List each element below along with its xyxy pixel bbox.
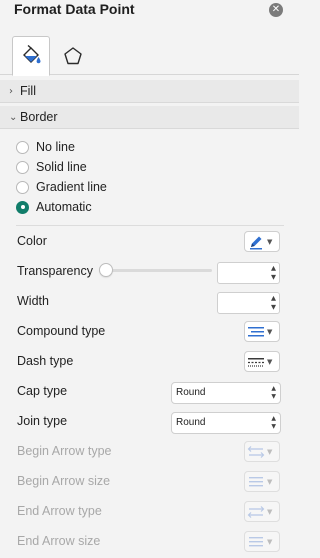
transparency-spinner[interactable]: ▲ ▼ [217, 262, 280, 284]
dropdown-arrow-icon: ▼ [267, 447, 273, 456]
dropdown-arrow-icon: ▼ [267, 537, 273, 546]
dropdown-arrow-icon: ▼ [267, 477, 273, 486]
radio-button-selected[interactable] [16, 200, 29, 214]
dropdown-arrow-icon: ▼ [267, 327, 273, 336]
color-label: Color [17, 234, 47, 248]
join-type-select[interactable]: Round ▲ ▼ [171, 412, 281, 434]
end-arrow-size-label: End Arrow size [17, 534, 101, 548]
width-label: Width [17, 294, 49, 308]
transparency-label: Transparency [17, 264, 93, 278]
begin-arrow-size-dropdown[interactable]: ▼ [244, 471, 280, 492]
join-type-value: Round [176, 417, 206, 428]
compound-type-label: Compound type [17, 324, 106, 338]
dropdown-arrow-icon: ▼ [267, 357, 273, 366]
chevron-right-icon: › [9, 85, 13, 97]
tab-fill-and-line[interactable] [12, 36, 50, 76]
tab-strip [0, 28, 299, 76]
begin-arrow-type-label: Begin Arrow type [17, 444, 112, 458]
dropdown-arrow-icon: ▼ [267, 507, 273, 516]
section-border-label: Border [20, 110, 58, 124]
radio-button[interactable] [16, 140, 29, 154]
radio-no-line[interactable]: No line [16, 138, 75, 156]
end-arrow-type-label: End Arrow type [17, 504, 102, 518]
section-fill-header[interactable]: › Fill [0, 80, 299, 103]
radio-label: Gradient line [36, 180, 107, 194]
panel-title: Format Data Point [14, 1, 135, 17]
radio-label: Solid line [36, 160, 87, 174]
transparency-slider-thumb[interactable] [99, 263, 113, 277]
cap-type-label: Cap type [17, 384, 68, 398]
cap-type-value: Round [176, 387, 206, 398]
radio-button[interactable] [16, 180, 29, 194]
section-border-header[interactable]: ⌄ Border [0, 106, 299, 129]
arrow-size-icon [249, 476, 263, 486]
chevron-down-icon: ⌄ [9, 111, 18, 123]
arrow-type-icon [247, 445, 265, 458]
dash-type-label: Dash type [17, 354, 74, 368]
radio-automatic[interactable]: Automatic [16, 198, 92, 216]
select-arrows-icon: ▲ ▼ [271, 385, 276, 400]
radio-button[interactable] [16, 160, 29, 174]
arrow-type-icon [247, 505, 265, 518]
color-picker-button[interactable]: ▼ [244, 231, 280, 252]
cap-type-select[interactable]: Round ▲ ▼ [171, 382, 281, 404]
end-arrow-size-dropdown[interactable]: ▼ [244, 531, 280, 552]
dropdown-arrow-icon: ▼ [267, 237, 273, 246]
spinner-arrows-icon[interactable]: ▲ ▼ [271, 264, 276, 282]
dash-type-dropdown[interactable]: ▼ [244, 351, 280, 372]
section-fill-label: Fill [20, 84, 36, 98]
radio-solid-line[interactable]: Solid line [16, 158, 87, 176]
radio-label: Automatic [36, 200, 92, 214]
tab-effects[interactable] [54, 36, 92, 75]
pentagon-icon [64, 46, 82, 64]
close-icon[interactable]: ✕ [269, 3, 283, 17]
transparency-slider-track[interactable] [106, 269, 212, 272]
pen-color-icon [250, 236, 262, 249]
join-type-label: Join type [17, 414, 68, 428]
begin-arrow-type-dropdown[interactable]: ▼ [244, 441, 280, 462]
compound-type-dropdown[interactable]: ▼ [244, 321, 280, 342]
radio-gradient-line[interactable]: Gradient line [16, 178, 107, 196]
compound-lines-icon [248, 326, 264, 336]
title-bar: Format Data Point ✕ [0, 0, 299, 26]
spinner-arrows-icon[interactable]: ▲ ▼ [271, 294, 276, 312]
dash-lines-icon [248, 357, 264, 367]
width-spinner[interactable]: ▲ ▼ [217, 292, 280, 314]
divider [16, 225, 284, 226]
end-arrow-type-dropdown[interactable]: ▼ [244, 501, 280, 522]
paint-bucket-icon [23, 45, 41, 64]
select-arrows-icon: ▲ ▼ [271, 415, 276, 430]
arrow-size-icon [249, 536, 263, 546]
radio-label: No line [36, 140, 75, 154]
begin-arrow-size-label: Begin Arrow size [17, 474, 111, 488]
